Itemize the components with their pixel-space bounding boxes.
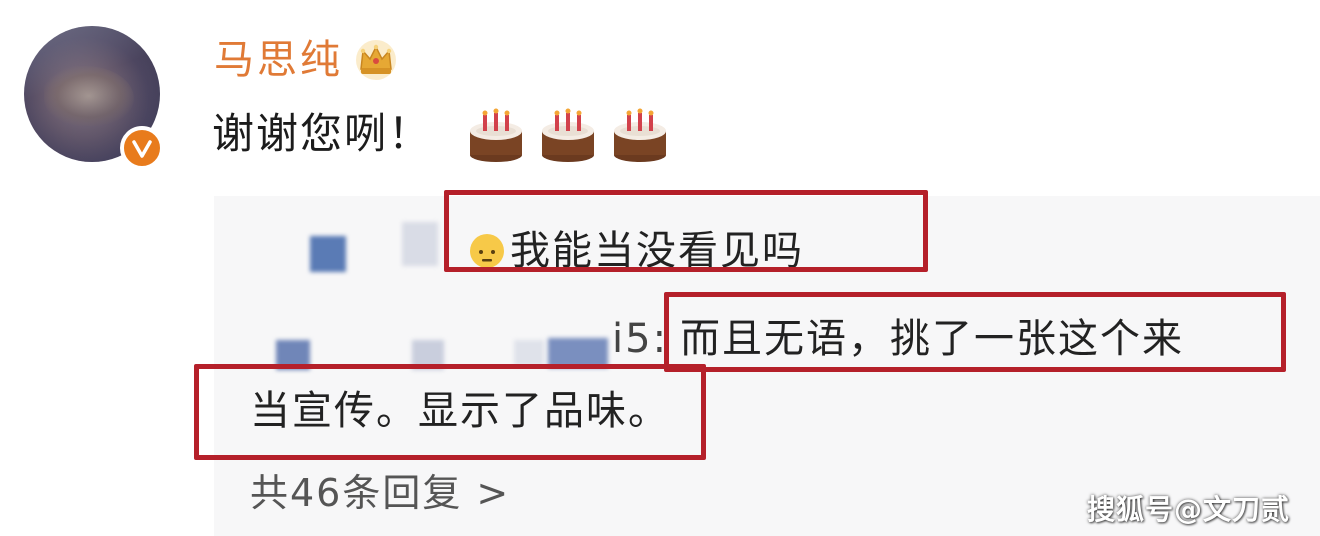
redacted-username <box>514 340 544 366</box>
username[interactable]: 马思纯 <box>214 34 343 86</box>
cake-icon <box>614 108 667 162</box>
cake-icon <box>542 108 595 162</box>
reply-2-prefix: i5: <box>612 316 669 362</box>
highlight-box <box>444 190 928 272</box>
cake-icon <box>470 108 523 162</box>
comment-header: 马思纯 <box>214 34 399 86</box>
more-replies-link[interactable]: 共46条回复 > <box>250 468 510 518</box>
highlight-box <box>664 292 1286 372</box>
comment-text: 谢谢您咧！ <box>212 109 433 158</box>
redacted-username <box>402 222 438 266</box>
verified-v-icon <box>120 126 164 170</box>
redacted-username <box>310 236 346 272</box>
highlight-box <box>194 364 706 460</box>
comment-body: 谢谢您咧！ <box>212 104 668 164</box>
watermark: 搜狐号@文刀贰 <box>1086 493 1290 526</box>
crown-icon <box>356 40 396 80</box>
